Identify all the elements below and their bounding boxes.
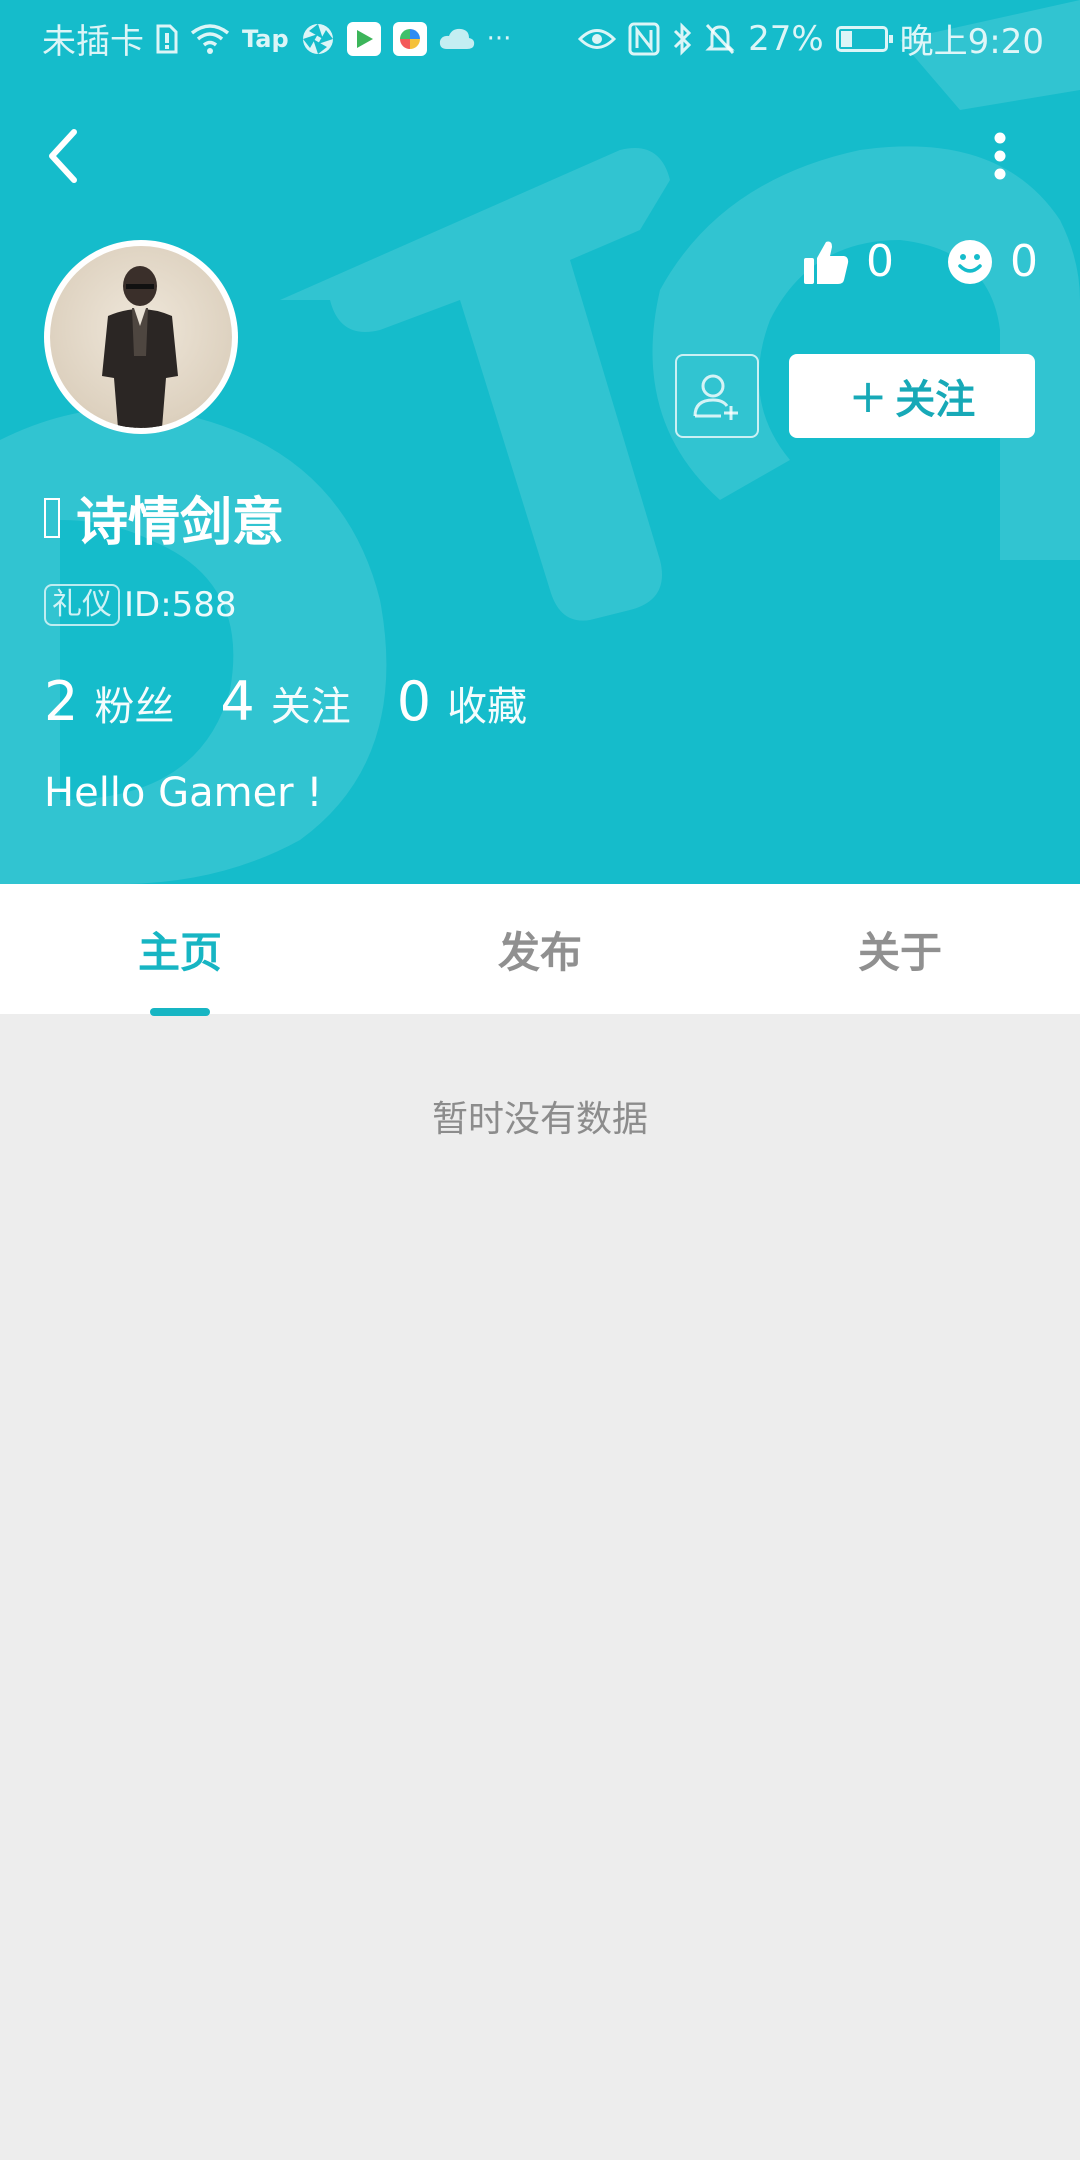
count-label: 粉丝 [94,684,175,730]
wifi-icon [190,17,230,61]
username-text: 诗情剑意 [76,493,285,553]
chevron-left-icon [49,129,77,183]
tab-posts[interactable]: 发布 [360,884,720,1014]
missing-glyph-icon [44,497,60,538]
favorites-count[interactable]: 0 收藏 [397,670,527,733]
battery-percent: 27% [748,18,824,59]
nfc-icon [628,17,660,61]
likes-stat[interactable]: 0 [802,236,894,287]
more-options-button[interactable] [970,118,1030,194]
follow-button[interactable]: + 关注 [789,354,1035,438]
avatar-photo [102,266,178,428]
count-number: 0 [396,670,432,733]
carrier-text: 未插卡 [42,22,144,62]
empty-state-text: 暂时没有数据 [431,1099,648,1140]
video-app-icon [346,21,381,56]
clock-time: 晚上9:20 [899,22,1044,62]
plus-icon: + [848,369,888,423]
tab-about[interactable]: 关于 [720,884,1080,1014]
active-tab-indicator [150,1008,210,1016]
profile-header: 未插卡 Tap ··· 27% 晚上9:20 0 0 + 关注 诗情剑意 礼仪 … [0,0,1080,884]
status-bar: 未插卡 Tap ··· 27% 晚上9:20 [0,0,1080,76]
followers-count[interactable]: 2 粉丝 [44,670,174,733]
count-label: 关注 [270,684,351,730]
thumbs-up-icon [804,241,849,284]
user-badge: 礼仪 [44,584,120,626]
smiles-count: 0 [1010,236,1038,287]
more-vertical-icon [994,132,1006,180]
likes-count: 0 [866,236,894,287]
add-user-icon [693,374,738,420]
back-button[interactable] [38,118,98,194]
avatar[interactable] [44,240,238,434]
count-label: 收藏 [447,684,528,730]
tap-icon: Tap [242,24,289,53]
sim-icon [156,17,178,61]
more-notifications-icon: ··· [486,23,512,54]
aperture-icon [301,17,335,61]
username: 诗情剑意 [44,480,284,555]
eye-icon [578,17,617,61]
user-bio: Hello Gamer ! [44,770,323,816]
count-number: 2 [44,670,79,733]
reaction-stats: 0 0 [802,236,1038,287]
bluetooth-icon [672,17,692,61]
app-store-icon [392,21,427,56]
cloud-icon [439,17,475,61]
follow-label: 关注 [895,377,976,423]
tab-home[interactable]: 主页 [0,884,360,1014]
add-friend-button[interactable] [675,354,759,438]
user-id-row: 礼仪 ID:588 [44,584,237,626]
following-count[interactable]: 4 关注 [220,670,350,733]
battery-icon [835,25,893,52]
smiley-icon [948,239,992,284]
watermark-logo [0,0,1080,884]
smiles-stat[interactable]: 0 [946,236,1038,287]
profile-tabs: 主页 发布 关于 [0,884,1080,1016]
user-id: ID:588 [124,585,237,625]
mute-bell-icon [704,17,736,61]
count-number: 4 [220,670,255,733]
user-counts: 2 粉丝 4 关注 0 收藏 [44,670,527,733]
